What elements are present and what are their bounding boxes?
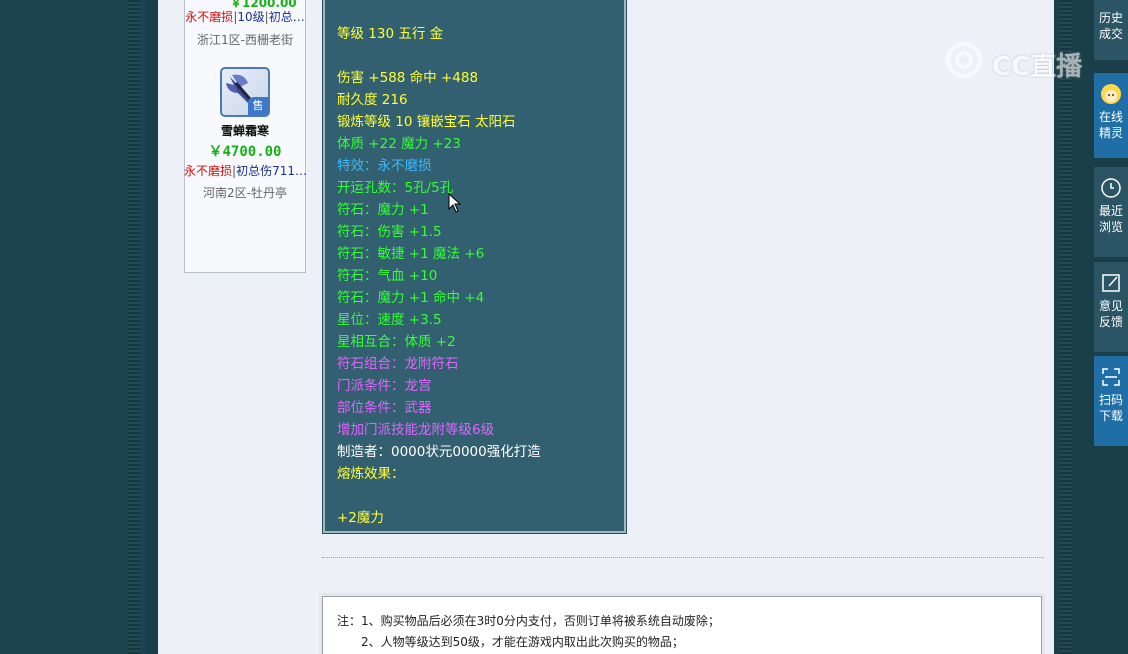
note-line-2: 2、人物等级达到50级，才能在游戏内取出此次购买的物品；: [361, 635, 684, 649]
clock-icon: [1101, 178, 1121, 198]
tag-level: 10级: [237, 10, 265, 24]
sidebar-online-helper-button[interactable]: 在线 精灵: [1094, 73, 1128, 158]
left-background: [0, 0, 146, 654]
attr-rune-5: 符石：魔力 +1 命中 +4: [337, 290, 485, 306]
product-name[interactable]: 雪蝉霜寒: [184, 122, 306, 139]
edit-icon: [1102, 274, 1120, 292]
attr-rune-2: 符石：伤害 +1.5: [337, 224, 442, 240]
tag-initial: 初总…: [268, 10, 305, 24]
section-divider: [322, 557, 1044, 558]
scan-icon: [1102, 368, 1120, 386]
sidebar-online-label: 在线 精灵: [1098, 110, 1123, 140]
product-tags-top: 永不磨损|10级|初总…: [185, 10, 305, 24]
note-line-1: 注：1、购买物品后必须在3时0分内支付，否则订单将被系统自动废除；: [337, 614, 720, 628]
sidebar-feedback-button[interactable]: 意见 反馈: [1094, 262, 1128, 352]
attr-damage: 伤害 +588 命中 +488: [337, 70, 479, 86]
product-price: ￥4700.00: [208, 144, 282, 160]
sell-badge: 售: [248, 97, 268, 115]
attr-melting-value: +2魔力: [337, 510, 384, 526]
attr-holes: 开运孔数：5孔/5孔: [337, 180, 454, 196]
tag-no-wear: 永不磨损: [185, 10, 234, 24]
attr-star-match: 星相互合：体质 +2: [337, 334, 456, 350]
product-server: 河南2区-牡丹亭: [203, 186, 287, 200]
product-tags: 永不磨损|初总伤711…: [184, 164, 306, 178]
attr-durability: 耐久度 216: [337, 92, 408, 108]
attr-forge: 锻炼等级 10 镶嵌宝石 太阳石: [337, 114, 516, 130]
sidebar-history-label: 历史 成交: [1098, 11, 1123, 41]
sidebar-scan-download-button[interactable]: 扫码 下载: [1094, 356, 1128, 446]
attr-special: 特效：永不磨损: [337, 158, 432, 174]
sidebar-scan-label: 扫码 下载: [1098, 393, 1123, 423]
tag-no-wear: 永不磨损: [184, 164, 233, 178]
left-edge-strip: [128, 0, 140, 654]
weapon-icon[interactable]: 售: [220, 67, 270, 117]
attr-school-req: 门派条件：龙宫: [337, 378, 432, 394]
avatar-icon: [1101, 84, 1121, 104]
attr-rune-3: 符石：敏捷 +1 魔法 +6: [337, 246, 485, 262]
product-server-top: 浙江1区-西栅老街: [197, 33, 293, 47]
attr-skill-bonus: 增加门派技能龙附等级6级: [337, 422, 495, 438]
sidebar-feedback-label: 意见 反馈: [1098, 299, 1123, 329]
sidebar-history-button[interactable]: 历史 成交: [1094, 0, 1128, 60]
attr-slot-req: 部位条件：武器: [337, 400, 432, 416]
tag-total-damage: 初总伤711…: [236, 164, 306, 178]
attr-maker: 制造者：0000状元0000强化打造: [337, 444, 541, 460]
attr-star: 星位：速度 +3.5: [337, 312, 442, 328]
cc-logo-icon: [945, 41, 983, 79]
right-edge-strip: [1060, 0, 1072, 654]
mouse-cursor-icon: [448, 193, 462, 213]
attr-stats: 体质 +22 魔力 +23: [337, 136, 461, 152]
attr-rune-4: 符石：气血 +10: [337, 268, 438, 284]
attr-level: 等级 130 五行 金: [337, 26, 444, 42]
attr-melting-label: 熔炼效果：: [337, 466, 405, 482]
attr-rune-1: 符石：魔力 +1: [337, 202, 429, 218]
attr-rune-combo: 符石组合：龙附符石: [337, 356, 459, 372]
right-background: [1072, 0, 1092, 654]
sidebar-recent-label: 最近 浏览: [1098, 204, 1123, 234]
cc-live-watermark: CC直播: [944, 40, 1094, 82]
sidebar-recent-button[interactable]: 最近 浏览: [1094, 167, 1128, 257]
watermark-text: CC直播: [992, 52, 1083, 82]
